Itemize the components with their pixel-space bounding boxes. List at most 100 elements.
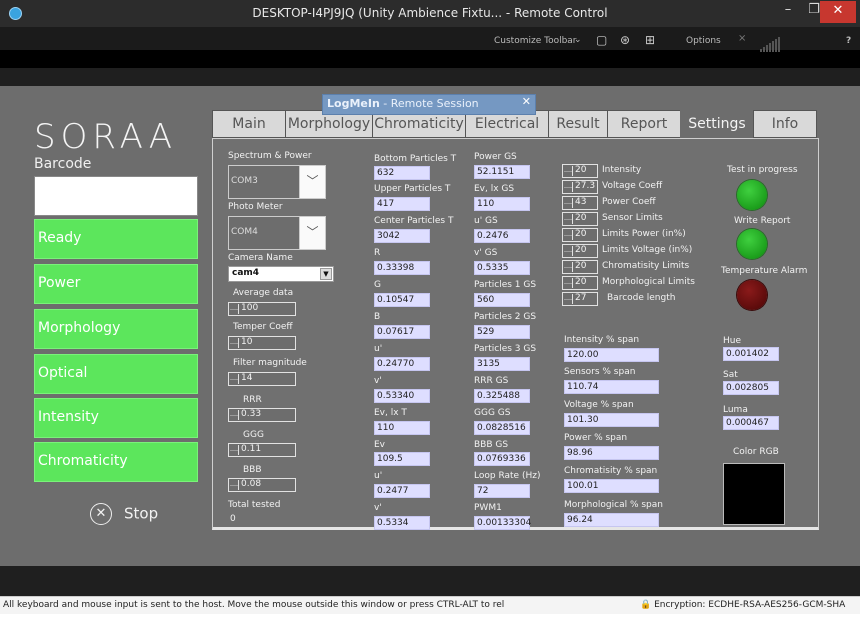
chromatisity-limits-label: Chromatisity Limits	[602, 261, 690, 271]
stop-button[interactable]: ✕ Stop	[90, 503, 158, 525]
v-gs-label: v' GS	[474, 248, 498, 258]
upper-particles-label: Upper Particles T	[374, 184, 451, 194]
chevron-down-icon: ﹀	[299, 166, 325, 198]
loop-rate-value: 72	[474, 484, 530, 498]
hue-label: Hue	[723, 336, 742, 346]
limits-power-stepper[interactable]: 20	[562, 228, 598, 242]
u-gs-label: u' GS	[474, 216, 498, 226]
chromatisity-span-value: 100.01	[564, 479, 659, 493]
u-gs-value: 0.2476	[474, 229, 530, 243]
voltage-span-label: Voltage % span	[564, 400, 634, 410]
morphological-limits-stepper[interactable]: 20	[562, 276, 598, 290]
bottom-particles-label: Bottom Particles T	[374, 154, 457, 164]
remote-info-bar: All keyboard and mouse input is sent to …	[0, 596, 860, 614]
camera-select[interactable]: cam4 ▼	[228, 266, 334, 282]
filter-magnitude-stepper[interactable]: 14	[228, 372, 296, 386]
power-coeff-stepper[interactable]: 43	[562, 196, 598, 210]
close-icon[interactable]: ✕	[522, 95, 531, 108]
share-icon[interactable]: ⊛	[620, 33, 630, 47]
temper-coeff-stepper[interactable]: 10	[228, 336, 296, 350]
rrr-gs-label: RRR GS	[474, 376, 509, 386]
status-optical: Optical	[34, 354, 198, 394]
write-report-label: Write Report	[734, 216, 791, 226]
temperature-alarm-led	[737, 280, 767, 310]
grid-icon[interactable]: ⊞	[645, 33, 655, 47]
write-report-led	[737, 229, 767, 259]
tab-info[interactable]: Info	[753, 110, 817, 138]
loop-rate-label: Loop Rate (Hz)	[474, 471, 541, 481]
luma-label: Luma	[723, 405, 748, 415]
spectrum-port-select[interactable]: COM3 ﹀	[228, 165, 326, 199]
tab-result[interactable]: Result	[548, 110, 608, 138]
color-rgb-label: Color RGB	[733, 447, 779, 457]
power-span-label: Power % span	[564, 433, 628, 443]
lock-icon: 🔒	[640, 600, 652, 610]
ggg-stepper[interactable]: 0.11	[228, 443, 296, 457]
logmein-brand: LogMeIn	[327, 97, 380, 110]
logmein-session-bar[interactable]: LogMeIn - Remote Session ✕	[322, 94, 536, 115]
stop-label: Stop	[124, 504, 159, 523]
u-prime-value: 0.24770	[374, 357, 430, 371]
window-titlebar: DESKTOP-I4PJ9JQ (Unity Ambience Fixtu...…	[0, 0, 860, 27]
limits-voltage-stepper[interactable]: 20	[562, 244, 598, 258]
soraa-app: SORAA Barcode Ready Power Morphology Opt…	[22, 100, 838, 564]
particles-3-gs-value: 3135	[474, 357, 530, 371]
help-button[interactable]: ?	[846, 36, 851, 46]
rrr-stepper[interactable]: 0.33	[228, 408, 296, 422]
photo-port-value: COM4	[231, 227, 258, 237]
status-morphology: Morphology	[34, 309, 198, 349]
b-label: B	[374, 312, 381, 322]
total-tested-value: 0	[230, 514, 236, 524]
test-in-progress-led	[737, 180, 767, 210]
hue-value: 0.001402	[723, 347, 779, 361]
g-label: G	[374, 280, 381, 290]
status-ready: Ready	[34, 219, 198, 259]
barcode-length-stepper[interactable]: 27	[562, 292, 598, 306]
upper-particles-value: 417	[374, 197, 430, 211]
voltage-coeff-stepper[interactable]: 27.3	[562, 180, 598, 194]
particles-1-gs-label: Particles 1 GS	[474, 280, 537, 290]
ev-label: Ev	[374, 440, 386, 450]
tab-report[interactable]: Report	[607, 110, 681, 138]
logmein-session-label: - Remote Session	[379, 97, 479, 110]
status-power: Power	[34, 264, 198, 304]
spectrum-port-value: COM3	[231, 176, 258, 186]
tab-main[interactable]: Main	[212, 110, 286, 138]
g-value: 0.10547	[374, 293, 430, 307]
status-chromaticity: Chromaticity	[34, 442, 198, 482]
photo-port-select[interactable]: COM4 ﹀	[228, 216, 326, 250]
options-button[interactable]: Options	[686, 36, 721, 46]
close-button[interactable]: ✕	[820, 1, 856, 23]
bbb-gs-value: 0.0769336	[474, 452, 530, 466]
screen-icon[interactable]: ▢	[596, 33, 607, 47]
ev-lx-t-value: 110	[374, 421, 430, 435]
barcode-label: Barcode	[34, 156, 92, 172]
ev-value: 109.5	[374, 452, 430, 466]
sensors-span-value: 110.74	[564, 380, 659, 394]
voltage-span-value: 101.30	[564, 413, 659, 427]
barcode-input[interactable]	[34, 176, 198, 216]
intensity-stepper[interactable]: 20	[562, 164, 598, 178]
ggg-gs-value: 0.0828516	[474, 421, 530, 435]
chromatisity-limits-stepper[interactable]: 20	[562, 260, 598, 274]
sensors-span-label: Sensors % span	[564, 367, 636, 377]
close-circle-icon: ✕	[90, 503, 112, 525]
chevron-down-icon: ﹀	[299, 217, 325, 249]
window-bottom-edge	[0, 614, 860, 630]
tab-settings[interactable]: Settings	[680, 110, 754, 138]
power-gs-label: Power GS	[474, 152, 517, 162]
dropdown-arrow-icon: ▼	[320, 268, 332, 280]
mute-icon[interactable]: ⨯	[738, 33, 746, 44]
customize-toolbar-button[interactable]: Customize Toolbar	[494, 36, 577, 46]
total-tested-label: Total tested	[228, 500, 281, 510]
minimize-button[interactable]: –	[775, 0, 801, 22]
remote-toolbar: Customize Toolbar ⌄ ▢ ⊛ ⊞ Options ⨯ ?	[0, 27, 860, 68]
average-data-stepper[interactable]: 100	[228, 302, 296, 316]
chevron-down-icon[interactable]: ⌄	[574, 35, 582, 45]
sensor-limits-stepper[interactable]: 20	[562, 212, 598, 226]
u-prime-2-value: 0.2477	[374, 484, 430, 498]
signal-strength-icon	[760, 37, 781, 52]
bbb-stepper[interactable]: 0.08	[228, 478, 296, 492]
limits-voltage-label: Limits Voltage (in%)	[602, 245, 693, 255]
ev-lx-gs-label: Ev, lx GS	[474, 184, 515, 194]
